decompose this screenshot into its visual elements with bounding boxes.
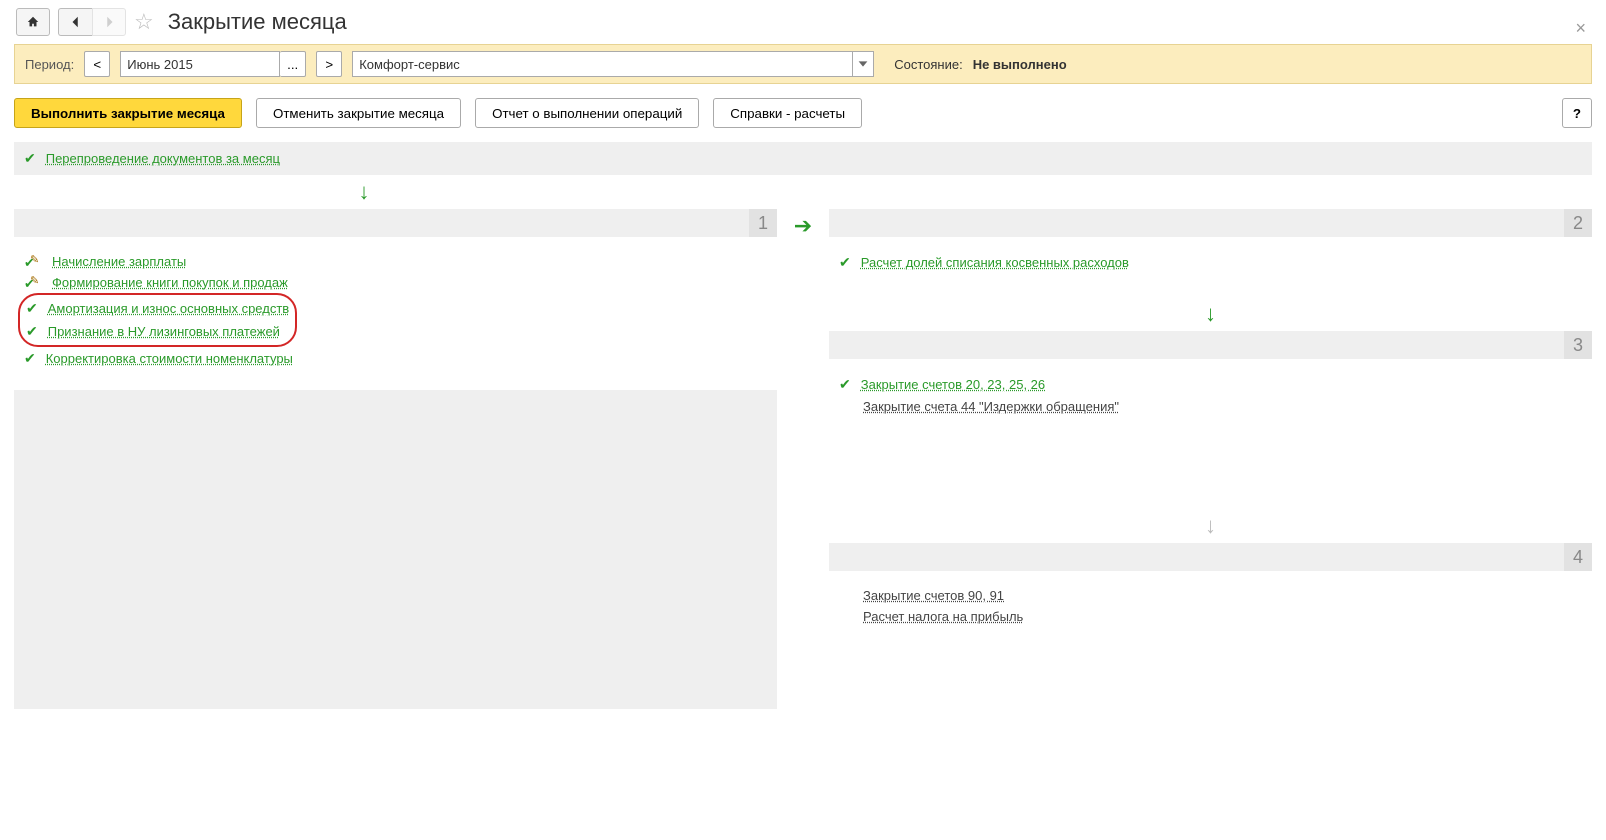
list-item: Начисление зарплаты [24,251,767,272]
home-button[interactable] [16,8,50,36]
list-item: Формирование книги покупок и продаж [24,272,767,293]
list-item: ✔ Признание в НУ лизинговых платежей [26,320,289,343]
period-next-button[interactable]: > [316,51,342,77]
list-item: Закрытие счета 44 "Издержки обращения" [839,396,1582,417]
operations-report-button[interactable]: Отчет о выполнении операций [475,98,699,128]
payroll-link[interactable]: Начисление зарплаты [52,254,186,269]
indirect-costs-link[interactable]: Расчет долей списания косвенных расходов [861,255,1129,270]
list-item: ✔ Корректировка стоимости номенклатуры [24,347,767,370]
arrow-left-icon [69,15,83,29]
profit-tax-link[interactable]: Расчет налога на прибыль [863,609,1023,624]
top-step-bar: ✔ Перепроведение документов за месяц [14,142,1592,175]
organization-input[interactable]: Комфорт-сервис [352,51,852,77]
block-number: 2 [1564,209,1592,237]
arrow-down-icon: ↓ [829,509,1592,543]
state-label: Состояние: [894,57,962,72]
block-4: 4 Закрытие счетов 90, 91 Расчет налога н… [829,543,1592,701]
close-accounts-90-link[interactable]: Закрытие счетов 90, 91 [863,588,1004,603]
period-more-button[interactable]: ... [280,51,306,77]
check-icon: ✔ [26,300,38,317]
organization-dropdown-button[interactable] [852,51,874,77]
check-icon: ✔ [24,350,36,367]
period-input[interactable]: Июнь 2015 [120,51,280,77]
list-item: ✔ Расчет долей списания косвенных расход… [839,251,1582,274]
check-pencil-icon [24,276,42,290]
period-bar: Период: < Июнь 2015... > Комфорт-сервис … [14,44,1592,84]
check-icon: ✔ [24,150,36,167]
list-item: Расчет налога на прибыль [839,606,1582,627]
forward-button[interactable] [92,8,126,36]
period-label: Период: [25,57,74,72]
block-number: 3 [1564,331,1592,359]
close-account-44-link[interactable]: Закрытие счета 44 "Издержки обращения" [863,399,1119,414]
check-icon: ✔ [839,254,851,271]
reprocess-documents-link[interactable]: Перепроведение документов за месяц [46,151,280,166]
back-button[interactable] [58,8,92,36]
amortization-link[interactable]: Амортизация и износ основных средств [48,301,289,316]
list-item: Закрытие счетов 90, 91 [839,585,1582,606]
favorite-star-icon[interactable]: ☆ [134,9,154,35]
state-value: Не выполнено [973,57,1067,72]
block-number: 1 [749,209,777,237]
page-title: Закрытие месяца [168,9,347,35]
arrow-down-icon: ↓ [829,297,1592,331]
arrow-right-icon: ➔ [793,213,813,239]
arrow-down-icon: ↓ [14,175,714,209]
references-button[interactable]: Справки - расчеты [713,98,862,128]
period-prev-button[interactable]: < [84,51,110,77]
block-2: 2 ✔ Расчет долей списания косвенных расх… [829,209,1592,297]
leasing-recognition-link[interactable]: Признание в НУ лизинговых платежей [48,324,280,339]
help-button[interactable]: ? [1562,98,1592,128]
block-1: 1 Начисление зарплаты Формирование книги… [14,209,777,709]
arrow-right-icon [102,15,116,29]
close-icon[interactable]: × [1575,18,1586,39]
check-pencil-icon [24,255,42,269]
chevron-down-icon [856,57,870,71]
list-item: ✔ Амортизация и износ основных средств [26,297,289,320]
home-icon [26,15,40,29]
check-icon: ✔ [26,323,38,340]
block-number: 4 [1564,543,1592,571]
list-item: ✔ Закрытие счетов 20, 23, 25, 26 [839,373,1582,396]
cancel-close-button[interactable]: Отменить закрытие месяца [256,98,461,128]
check-icon: ✔ [839,376,851,393]
purchase-sales-book-link[interactable]: Формирование книги покупок и продаж [52,275,288,290]
highlight-annotation: ✔ Амортизация и износ основных средств ✔… [18,293,297,347]
run-close-button[interactable]: Выполнить закрытие месяца [14,98,242,128]
cost-correction-link[interactable]: Корректировка стоимости номенклатуры [46,351,293,366]
block-3: 3 ✔ Закрытие счетов 20, 23, 25, 26 Закры… [829,331,1592,509]
close-accounts-20-link[interactable]: Закрытие счетов 20, 23, 25, 26 [861,377,1045,392]
